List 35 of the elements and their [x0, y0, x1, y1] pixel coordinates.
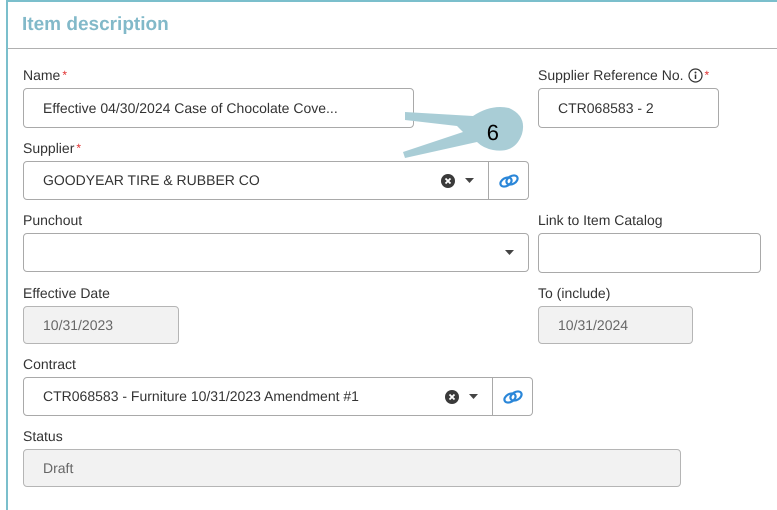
field-label: Contract — [23, 354, 76, 374]
clear-icon[interactable] — [441, 174, 455, 188]
field-label: To (include) — [538, 284, 610, 303]
clear-icon[interactable] — [445, 390, 459, 404]
text-field[interactable] — [538, 233, 761, 273]
field-label: Punchout — [23, 210, 82, 230]
dropdown-field[interactable] — [23, 233, 529, 272]
link-icon — [502, 388, 524, 404]
required-asterisk: * — [76, 140, 82, 157]
field-label: Name — [23, 66, 60, 84]
readonly-field: Draft — [23, 449, 681, 487]
field-label: Supplier Reference No. — [538, 66, 684, 85]
caret-icon[interactable] — [465, 178, 474, 183]
text-field[interactable]: Effective 04/30/2024 Case of Chocolate Cove... — [23, 88, 414, 128]
text-field[interactable]: CTR068583 - 2 — [538, 88, 719, 128]
link-icon — [498, 172, 520, 188]
field-label: Link to Item Catalog — [538, 210, 663, 230]
callout-marker: 6 — [401, 104, 526, 160]
readonly-field: 10/31/2024 — [538, 306, 693, 344]
required-asterisk: * — [704, 67, 710, 84]
link-button[interactable] — [493, 377, 533, 416]
info-icon[interactable] — [688, 68, 703, 82]
field-label: Status — [23, 426, 63, 446]
field-label: Effective Date — [23, 284, 110, 302]
link-button[interactable] — [489, 161, 529, 200]
required-asterisk: * — [62, 67, 68, 84]
dropdown-field[interactable]: CTR068583 - Furniture 10/31/2023 Amendment #1 — [23, 377, 493, 416]
dropdown-value: CTR068583 - Furniture 10/31/2023 Amendment #1 — [43, 387, 360, 406]
dropdown-value: GOODYEAR TIRE & RUBBER CO — [43, 171, 261, 190]
section-title: Item description — [22, 12, 169, 37]
field-label: Supplier — [23, 138, 74, 158]
dropdown-field[interactable]: GOODYEAR TIRE & RUBBER CO — [23, 161, 489, 200]
readonly-field: 10/31/2023 — [23, 306, 179, 344]
caret-icon[interactable] — [505, 250, 514, 255]
caret-icon[interactable] — [469, 394, 478, 399]
